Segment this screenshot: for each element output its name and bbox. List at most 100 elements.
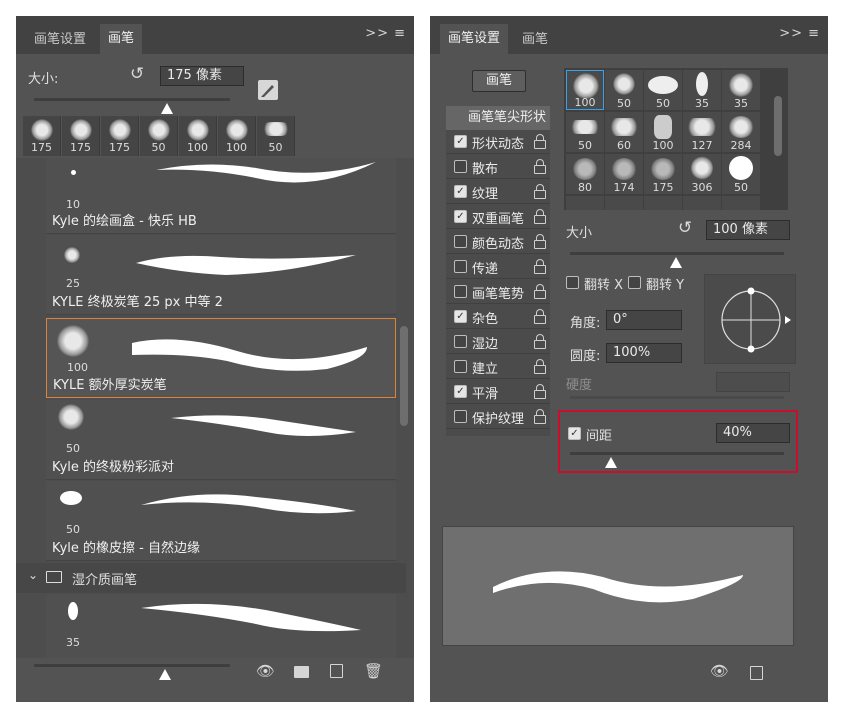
tip-cell[interactable]: 127 bbox=[683, 112, 721, 152]
tip-cell[interactable]: 60 bbox=[605, 112, 643, 152]
brush-item[interactable]: 50 Kyle 的终极粉彩派对 bbox=[46, 400, 396, 480]
tip-cell-selected[interactable]: 100 bbox=[566, 70, 604, 110]
angle-roundness-widget[interactable] bbox=[704, 274, 796, 364]
preview-size-slider[interactable] bbox=[34, 664, 230, 667]
roundness-field[interactable]: 100% bbox=[606, 343, 682, 363]
size-slider-track[interactable] bbox=[34, 98, 230, 101]
brush-item[interactable]: 10 Kyle 的绘画盒 - 快乐 HB bbox=[46, 158, 396, 234]
checkbox[interactable] bbox=[454, 335, 467, 348]
flip-y-checkbox[interactable] bbox=[628, 276, 641, 289]
tip-cell[interactable]: 35 bbox=[722, 70, 760, 110]
recent-tip[interactable]: 175 bbox=[62, 116, 100, 156]
lock-icon[interactable] bbox=[534, 209, 546, 224]
checkbox[interactable] bbox=[454, 360, 467, 373]
tip-cell[interactable]: 174 bbox=[605, 154, 643, 194]
angle-field[interactable]: 0° bbox=[606, 310, 682, 330]
tip-shape-item[interactable]: 画笔笔尖形状 bbox=[446, 106, 550, 130]
checkbox[interactable] bbox=[454, 235, 467, 248]
option-brush-pose[interactable]: 画笔笔势 bbox=[446, 280, 550, 304]
lock-icon[interactable] bbox=[534, 359, 546, 374]
reset-size-icon[interactable]: ↺ bbox=[130, 64, 144, 84]
recent-tip[interactable]: 175 bbox=[101, 116, 139, 156]
new-brush-icon[interactable] bbox=[750, 666, 763, 680]
spacing-slider-thumb[interactable] bbox=[605, 457, 617, 468]
tip-cell[interactable] bbox=[605, 196, 643, 210]
spacing-field[interactable]: 40% bbox=[716, 423, 790, 443]
lock-icon[interactable] bbox=[534, 134, 546, 149]
checkbox[interactable]: ✓ bbox=[454, 310, 467, 323]
tip-cell[interactable] bbox=[644, 196, 682, 210]
tip-cell[interactable]: 35 bbox=[683, 70, 721, 110]
checkbox[interactable] bbox=[454, 260, 467, 273]
panel-menu-icon[interactable]: >> ≡ bbox=[365, 26, 406, 41]
brush-item[interactable]: 25 KYLE 终极炭笔 25 px 中等 2 bbox=[46, 235, 396, 315]
tab-brushes[interactable]: 画笔 bbox=[100, 24, 143, 54]
option-noise[interactable]: ✓ 杂色 bbox=[446, 305, 550, 329]
new-group-icon[interactable] bbox=[294, 666, 309, 678]
lock-icon[interactable] bbox=[534, 309, 546, 324]
tab-brush-settings[interactable]: 画笔设置 bbox=[440, 24, 509, 54]
checkbox[interactable]: ✓ bbox=[454, 210, 467, 223]
recent-tip[interactable]: 50 bbox=[140, 116, 178, 156]
tip-cell[interactable]: 284 bbox=[722, 112, 760, 152]
checkbox[interactable]: ✓ bbox=[454, 385, 467, 398]
checkbox[interactable] bbox=[454, 410, 467, 423]
tip-cell[interactable]: 100 bbox=[644, 112, 682, 152]
checkbox[interactable] bbox=[454, 160, 467, 173]
create-brush-icon[interactable] bbox=[258, 80, 278, 100]
option-protect-texture[interactable]: 保护纹理 bbox=[446, 405, 550, 429]
new-brush-icon[interactable] bbox=[330, 664, 343, 678]
option-color-dynamics[interactable]: 颜色动态 bbox=[446, 230, 550, 254]
tip-cell[interactable] bbox=[722, 196, 760, 210]
recent-tip[interactable]: 100 bbox=[218, 116, 256, 156]
lock-icon[interactable] bbox=[534, 234, 546, 249]
tip-grid-scrollbar[interactable] bbox=[774, 96, 782, 156]
tip-cell[interactable]: 50 bbox=[722, 154, 760, 194]
option-dual-brush[interactable]: ✓ 双重画笔 bbox=[446, 205, 550, 229]
size-slider-thumb[interactable] bbox=[161, 103, 173, 114]
checkbox[interactable] bbox=[454, 285, 467, 298]
tip-cell[interactable]: 175 bbox=[644, 154, 682, 194]
option-shape-dynamics[interactable]: ✓ 形状动态 bbox=[446, 130, 550, 154]
recent-tip[interactable]: 50 bbox=[257, 116, 295, 156]
recent-tip[interactable]: 100 bbox=[179, 116, 217, 156]
tip-cell[interactable] bbox=[683, 196, 721, 210]
preview-size-thumb[interactable] bbox=[159, 669, 171, 680]
trash-icon[interactable]: 🗑 bbox=[364, 662, 383, 680]
lock-icon[interactable] bbox=[534, 409, 546, 424]
spacing-checkbox[interactable]: ✓ bbox=[568, 427, 581, 440]
tip-cell[interactable]: 50 bbox=[566, 112, 604, 152]
size-slider-thumb[interactable] bbox=[670, 257, 682, 268]
tab-brush-settings[interactable]: 画笔设置 bbox=[26, 26, 94, 54]
option-transfer[interactable]: 传递 bbox=[446, 255, 550, 279]
size-field[interactable]: 175 像素 bbox=[160, 66, 244, 86]
size-slider-track[interactable] bbox=[570, 252, 784, 255]
lock-icon[interactable] bbox=[534, 259, 546, 274]
option-build-up[interactable]: 建立 bbox=[446, 355, 550, 379]
lock-icon[interactable] bbox=[534, 184, 546, 199]
tip-cell[interactable]: 80 bbox=[566, 154, 604, 194]
option-wet-edges[interactable]: 湿边 bbox=[446, 330, 550, 354]
brushes-button[interactable]: 画笔 bbox=[472, 70, 526, 92]
panel-menu-icon[interactable]: >> ≡ bbox=[779, 26, 820, 41]
spacing-slider-track[interactable] bbox=[570, 452, 784, 455]
option-scattering[interactable]: 散布 bbox=[446, 155, 550, 179]
brush-group-header[interactable]: ⌄ 湿介质画笔 bbox=[16, 563, 406, 593]
tip-cell[interactable] bbox=[566, 196, 604, 210]
recent-tip[interactable]: 175 bbox=[23, 116, 61, 156]
tip-cell[interactable]: 50 bbox=[605, 70, 643, 110]
reset-size-icon[interactable]: ↺ bbox=[678, 218, 692, 238]
brush-list-scrollbar[interactable] bbox=[400, 326, 408, 426]
checkbox[interactable]: ✓ bbox=[454, 185, 467, 198]
lock-icon[interactable] bbox=[534, 384, 546, 399]
size-field[interactable]: 100 像素 bbox=[706, 220, 790, 240]
option-smoothing[interactable]: ✓ 平滑 bbox=[446, 380, 550, 404]
tip-cell[interactable]: 306 bbox=[683, 154, 721, 194]
flip-x-checkbox[interactable] bbox=[566, 276, 579, 289]
chevron-down-icon[interactable]: ⌄ bbox=[28, 568, 38, 582]
option-texture[interactable]: ✓ 纹理 bbox=[446, 180, 550, 204]
lock-icon[interactable] bbox=[534, 284, 546, 299]
tip-cell[interactable]: 50 bbox=[644, 70, 682, 110]
toggle-preview-icon[interactable]: 👁 bbox=[256, 662, 275, 680]
tab-brushes[interactable]: 画笔 bbox=[514, 26, 556, 54]
